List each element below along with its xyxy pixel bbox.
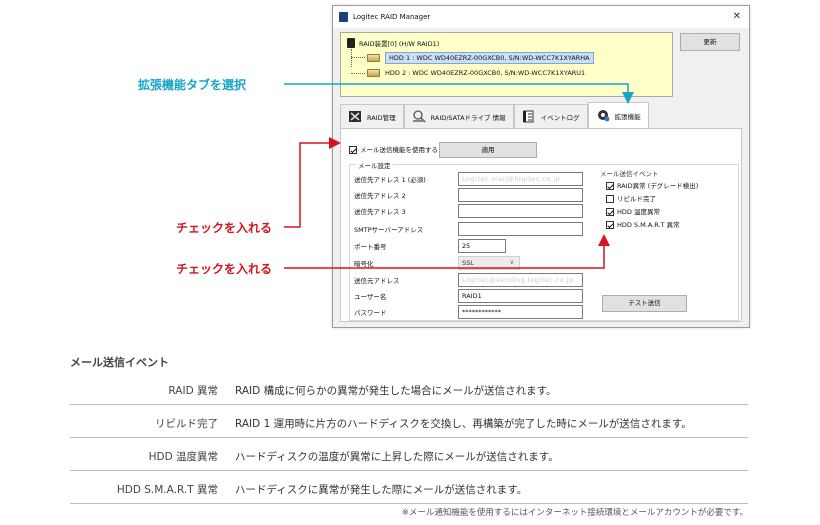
user-input[interactable]: RAID1 <box>458 289 583 303</box>
tree-root-label: RAID装置[0] (H/W RAID1) <box>359 40 440 48</box>
checkbox-icon <box>606 182 614 190</box>
hdd-icon <box>367 54 380 62</box>
event-rebuild-complete[interactable]: リビルド完了 <box>606 193 656 203</box>
encrypt-label: 暗号化 <box>354 260 374 268</box>
raid-device-tree: RAID装置[0] (H/W RAID1) HDD 1 : WDC WD40EZ… <box>340 32 673 97</box>
apply-button[interactable]: 適用 <box>439 142 537 158</box>
gear-icon <box>596 109 610 122</box>
event-raid-error[interactable]: RAID異常 (デグレード検出) <box>606 180 698 190</box>
tree-branch <box>351 73 365 74</box>
tree-branch <box>351 57 365 58</box>
event-label: HDD 温度異常 <box>617 208 660 216</box>
user-label: ユーザー名 <box>354 293 387 301</box>
tab-bar: RAID管理 RAID/SATAドライブ 情報 イベントログ 拡張機能 <box>340 102 649 128</box>
events-table-title: メール送信イベント <box>70 356 169 369</box>
chevron-down-icon: ∨ <box>509 259 514 266</box>
event-label: RAID異常 (デグレード検出) <box>617 182 699 190</box>
title-bar: Logitec RAID Manager ✕ <box>333 6 749 28</box>
mail-settings-group: メール設定 送信先アドレス 1 (必須) Logitec.mail@logite… <box>349 160 739 321</box>
tab-label: RAID管理 <box>367 113 396 122</box>
dest3-input[interactable] <box>458 204 583 218</box>
event-label: HDD S.M.A.R.T 異常 <box>617 221 680 229</box>
check2-callout: チェックを入れる <box>176 262 273 276</box>
table-row: HDD S.M.A.R.T 異常 ハードディスクに異常が発生した際にメールが送信… <box>70 474 748 504</box>
smtp-label: SMTPサーバーアドレス <box>354 226 424 234</box>
dest2-input[interactable] <box>458 188 583 202</box>
enable-mail-checkbox[interactable]: メール送信機能を使用する <box>349 144 438 154</box>
log-icon <box>522 110 536 123</box>
check1-callout-arrow <box>284 137 341 228</box>
magnifier-icon <box>412 110 426 123</box>
checkbox-icon <box>349 146 357 154</box>
enable-mail-label: メール送信機能を使用する <box>360 146 438 154</box>
footnote: ※メール通知機能を使用するにはインターネット接続環境とメールアカウントが必要です… <box>401 508 748 518</box>
port-input[interactable]: 25 <box>458 239 506 253</box>
check1-callout: チェックを入れる <box>176 221 273 235</box>
extensions-panel: メール送信機能を使用する 適用 メール設定 送信先アドレス 1 (必須) Log… <box>340 128 742 322</box>
event-name: リビルド完了 <box>155 418 218 430</box>
checkbox-icon <box>606 221 614 229</box>
raid-device-icon <box>347 38 355 48</box>
event-description: ハードディスクの温度が異常に上昇した際にメールが送信されます。 <box>235 451 559 463</box>
table-row: HDD 温度異常 ハードディスクの温度が異常に上昇した際にメールが送信されます。 <box>70 441 748 471</box>
tree-hdd1-label: HDD 1 : WDC WD40EZRZ-00GXCB0, S/N:WD-WCC… <box>385 52 594 64</box>
tab-extensions[interactable]: 拡張機能 <box>587 102 649 128</box>
close-icon[interactable]: ✕ <box>733 6 741 28</box>
table-row: RAID 異常 RAID 構成に何らかの異常が発生した場合にメールが送信されます… <box>70 375 748 405</box>
tab-raid-management[interactable]: RAID管理 <box>340 104 404 128</box>
test-send-button[interactable]: テスト送信 <box>602 295 687 312</box>
dest2-label: 送信先アドレス 2 <box>354 192 406 200</box>
dest1-label: 送信先アドレス 1 (必須) <box>354 176 426 184</box>
hdd-icon <box>367 69 380 77</box>
dest3-label: 送信先アドレス 3 <box>354 208 406 216</box>
event-name: HDD S.M.A.R.T 異常 <box>116 484 218 496</box>
event-description: RAID 構成に何らかの異常が発生した場合にメールが送信されます。 <box>235 385 557 397</box>
tab-callout: 拡張機能タブを選択 <box>138 78 247 92</box>
event-name: HDD 温度異常 <box>148 451 218 463</box>
tab-label: 拡張機能 <box>614 112 641 121</box>
tree-item-raid[interactable]: RAID装置[0] (H/W RAID1) <box>347 38 439 48</box>
encrypt-value: SSL <box>462 259 474 267</box>
password-input[interactable]: ************ <box>458 305 583 319</box>
tree-hdd2-label: HDD 2 : WDC WD40EZRZ-00GXCB0, S/N:WD-WCC… <box>385 69 586 77</box>
encrypt-select[interactable]: SSL ∨ <box>458 256 520 270</box>
table-row: リビルド完了 RAID 1 運用時に片方のハードディスクを交換し、再構築が完了し… <box>70 408 748 438</box>
events-title: メール送信イベント <box>600 170 659 178</box>
sender-input[interactable]: Logitec@sending.logitec.co.jp <box>458 273 583 287</box>
password-label: パスワード <box>354 309 387 317</box>
raid-tools-icon <box>348 110 362 123</box>
raid-manager-window: Logitec RAID Manager ✕ RAID装置[0] (H/W RA… <box>332 5 750 328</box>
app-icon <box>339 12 348 22</box>
tab-label: イベントログ <box>540 113 580 122</box>
smtp-input[interactable] <box>458 222 583 236</box>
event-name: RAID 異常 <box>168 385 218 397</box>
dest1-input[interactable]: Logitec.mail@logitec.co.jp <box>458 172 583 186</box>
tree-connector <box>351 49 352 67</box>
event-description: ハードディスクに異常が発生した際にメールが送信されます。 <box>235 484 528 496</box>
tab-label: RAID/SATAドライブ 情報 <box>430 113 506 122</box>
update-button[interactable]: 更新 <box>680 33 740 51</box>
tree-item-hdd1[interactable]: HDD 1 : WDC WD40EZRZ-00GXCB0, S/N:WD-WCC… <box>367 52 594 64</box>
checkbox-icon <box>606 195 614 203</box>
tab-drive-info[interactable]: RAID/SATAドライブ 情報 <box>403 104 514 128</box>
mail-settings-title: メール設定 <box>356 160 393 170</box>
event-hdd-temp[interactable]: HDD 温度異常 <box>606 206 660 216</box>
event-label: リビルド完了 <box>617 195 656 203</box>
sender-label: 送信元アドレス <box>354 277 400 285</box>
event-description: RAID 1 運用時に片方のハードディスクを交換し、再構築が完了した時にメールが… <box>235 418 692 430</box>
checkbox-icon <box>606 208 614 216</box>
port-label: ポート番号 <box>354 243 387 251</box>
window-title: Logitec RAID Manager <box>353 13 431 21</box>
tab-event-log[interactable]: イベントログ <box>513 104 588 128</box>
tree-item-hdd2[interactable]: HDD 2 : WDC WD40EZRZ-00GXCB0, S/N:WD-WCC… <box>367 69 585 77</box>
event-hdd-smart[interactable]: HDD S.M.A.R.T 異常 <box>606 219 680 229</box>
